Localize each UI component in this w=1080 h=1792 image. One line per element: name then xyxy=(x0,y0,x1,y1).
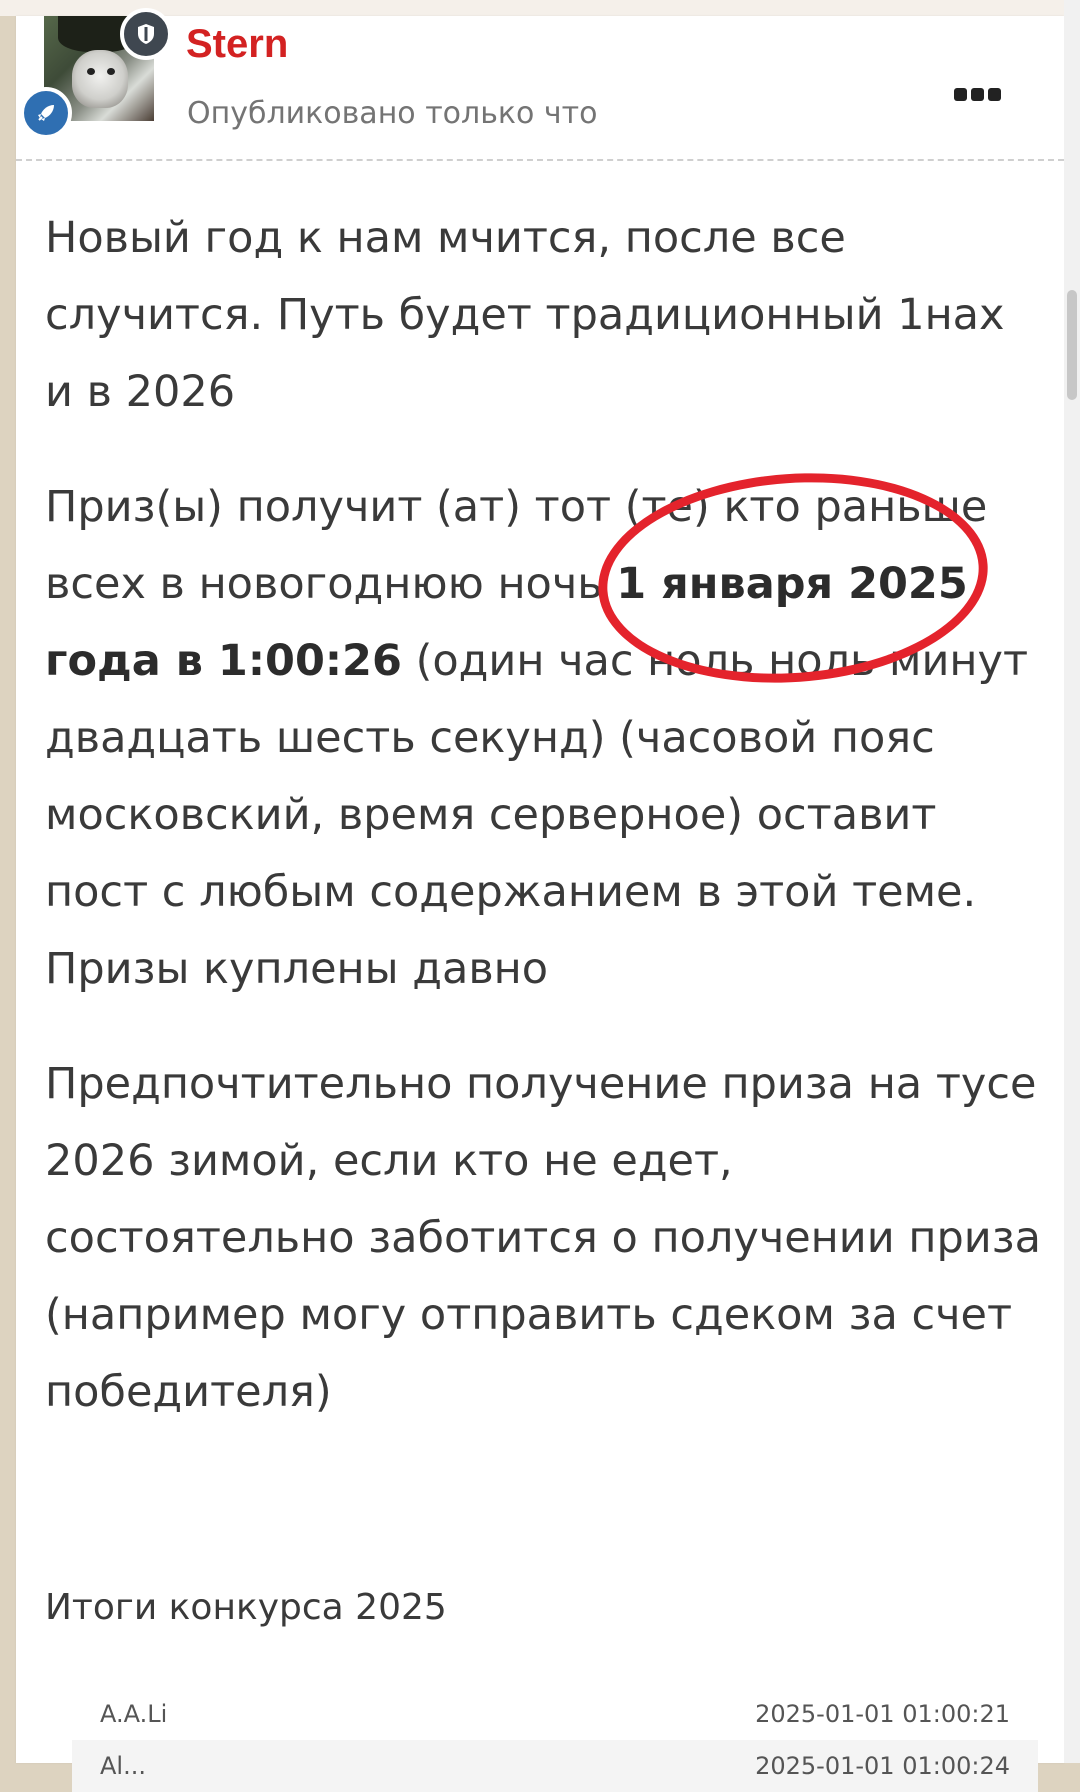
post-timestamp: Опубликовано только что xyxy=(187,96,598,131)
more-dot xyxy=(954,87,967,101)
avatar-eye xyxy=(87,68,95,75)
results-table: A.A.Li 2025-01-01 01:00:21 Al... 2025-01… xyxy=(72,1688,1038,1792)
post-header: Stern Опубликовано только что xyxy=(16,8,1064,161)
post-paragraph: Новый год к нам мчится, после все случит… xyxy=(45,213,1005,417)
rocket-icon xyxy=(20,87,72,139)
more-icon[interactable] xyxy=(954,86,1002,102)
result-time: 2025-01-01 01:00:21 xyxy=(755,1700,1010,1728)
more-dot xyxy=(971,87,984,101)
post-paragraph: Предпочтительно получение приза на тусе … xyxy=(45,1059,1041,1417)
author-name[interactable]: Stern xyxy=(186,22,288,66)
table-row: A.A.Li 2025-01-01 01:00:21 xyxy=(72,1688,1038,1740)
scrollbar[interactable] xyxy=(1064,0,1080,1763)
table-row: Al... 2025-01-01 01:00:24 xyxy=(72,1740,1038,1792)
shield-icon xyxy=(120,8,172,60)
more-dot xyxy=(988,87,1001,101)
result-name: A.A.Li xyxy=(100,1700,168,1728)
results-title: Итоги конкурса 2025 xyxy=(45,1587,447,1628)
header-divider xyxy=(16,159,1064,161)
paragraph-text: (один час ноль ноль минут двадцать шесть… xyxy=(45,636,1029,994)
post-body: Новый год к нам мчится, после все случит… xyxy=(45,200,1045,1469)
result-name: Al... xyxy=(100,1752,146,1780)
avatar-eye xyxy=(107,68,115,75)
post-card: Stern Опубликовано только что Новый год … xyxy=(16,8,1064,1792)
scrollbar-thumb[interactable] xyxy=(1067,290,1077,400)
avatar-head xyxy=(72,50,128,108)
post-paragraph: Приз(ы) получит (ат) тот (те) кто раньше… xyxy=(45,469,1045,1008)
result-time: 2025-01-01 01:00:24 xyxy=(755,1752,1010,1780)
